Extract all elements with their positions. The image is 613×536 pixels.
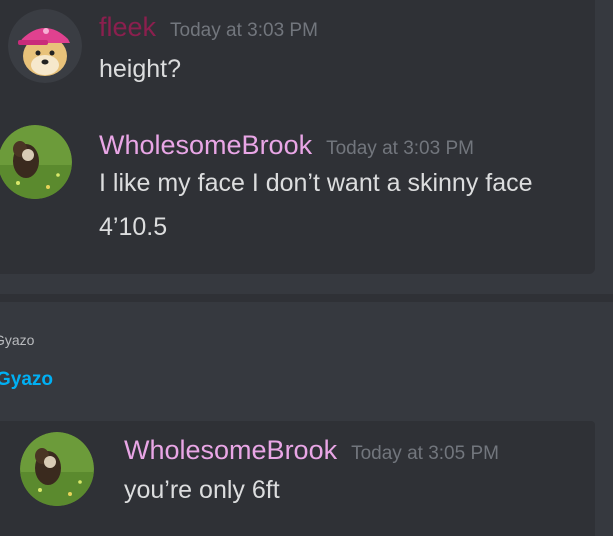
embedded-screenshot-top[interactable]: fleek Today at 3:03 PM height? WholesomeB… — [0, 0, 595, 274]
embedded-screenshot-bottom[interactable]: WholesomeBrook Today at 3:05 PM you’re on… — [0, 421, 595, 536]
message-wholesomebrook-1: WholesomeBrook Today at 3:03 PM I like my… — [99, 130, 533, 247]
message-text: 4’10.5 — [99, 213, 168, 241]
timestamp: Today at 3:03 PM — [170, 20, 318, 41]
message-fleek: fleek Today at 3:03 PM height? — [99, 12, 318, 89]
doge-pink-hat-avatar[interactable] — [8, 9, 82, 83]
message-text: you’re only 6ft — [124, 476, 280, 504]
username-label[interactable]: WholesomeBrook — [124, 435, 337, 465]
timestamp: Today at 3:05 PM — [351, 443, 499, 464]
message-text: height? — [99, 55, 182, 83]
message-text: I like my face I don’t want a skinny fac… — [99, 169, 533, 197]
chat-screenshot: fleek Today at 3:03 PM height? WholesomeB… — [0, 0, 613, 536]
username-label[interactable]: fleek — [99, 12, 156, 42]
timestamp: Today at 3:03 PM — [326, 138, 474, 159]
message-wholesomebrook-2: WholesomeBrook Today at 3:05 PM you’re on… — [124, 435, 499, 510]
username-label[interactable]: WholesomeBrook — [99, 130, 312, 160]
dog-grass-avatar[interactable] — [0, 125, 72, 199]
embed-title-link[interactable]: Gyazo — [0, 369, 53, 391]
dog-grass-avatar[interactable] — [20, 432, 94, 506]
embed-provider: Gyazo — [0, 332, 35, 348]
divider — [0, 294, 613, 302]
